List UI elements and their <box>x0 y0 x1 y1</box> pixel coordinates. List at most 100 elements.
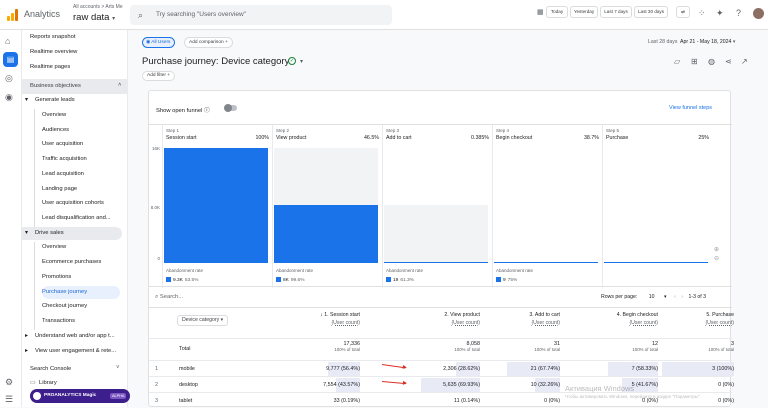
proanalytics-banner[interactable]: PROANALYTICS Magic ALPHA <box>30 389 130 403</box>
sparkle-icon[interactable]: ✦ <box>716 8 724 19</box>
sidebar-group-drive-sales[interactable]: ▾ Drive sales <box>22 227 122 240</box>
property-selector[interactable]: raw data ▾ <box>73 12 115 23</box>
apps-grid-icon[interactable]: ⁘ <box>698 8 706 19</box>
funnel-step[interactable]: Step 2 View product 46.5% Abandonment rate 8… <box>272 125 382 288</box>
search-placeholder: Try searching "Users overview" <box>156 11 246 18</box>
chevron-up-icon: ˄ <box>118 82 122 88</box>
funnel-bar[interactable] <box>494 262 598 263</box>
view-funnel-steps-link[interactable]: View funnel steps <box>669 105 712 111</box>
rows-per-page: Rows per page: 10 ▾ ‹ › 1-3 of 3 <box>601 294 706 300</box>
swap-icon[interactable]: ⇄ <box>676 6 690 18</box>
open-funnel-toggle[interactable] <box>224 104 237 112</box>
search-input[interactable]: ⌕ Try searching "Users overview" <box>130 5 392 25</box>
analytics-logo[interactable] <box>7 9 19 21</box>
dimension-selector[interactable]: Device category ▾ <box>177 315 229 326</box>
sidebar-item-purchase-journey[interactable]: Purchase journey <box>42 286 120 299</box>
sidebar-item-user-acquisition[interactable]: User acquisition <box>42 141 83 147</box>
table-search-input[interactable]: ⌕ Search... <box>155 294 183 301</box>
sidebar-item-library[interactable]: Library <box>39 380 57 386</box>
column-header[interactable]: 5. Purchase (User count) <box>634 312 734 326</box>
totals-label: Total <box>179 346 191 352</box>
zoom-out-icon[interactable]: ⊖ <box>714 255 719 262</box>
trend-icon[interactable]: ↗ <box>741 57 748 66</box>
sidebar-item-audiences[interactable]: Audiences <box>42 127 69 133</box>
sidebar-item-lead-acquisition[interactable]: Lead acquisition <box>42 171 84 177</box>
funnel-bar[interactable] <box>274 205 378 263</box>
avatar[interactable] <box>753 8 764 19</box>
reports-icon[interactable]: ▤ <box>3 52 18 67</box>
tree-line <box>34 242 35 330</box>
sidebar-item-realtime-pages[interactable]: Realtime pages <box>30 64 70 70</box>
table-row[interactable]: 2 desktop 7,554 (43.57%) 5,635 (69.93%) 10 (… <box>149 376 734 392</box>
customize-icon[interactable]: ⊞ <box>691 57 698 66</box>
sidebar-item-user-acquisition-cohorts[interactable]: User acquisition cohorts <box>42 200 104 206</box>
date-last7-button[interactable]: Last 7 days <box>600 6 632 18</box>
help-icon: ⓘ <box>204 108 210 114</box>
prev-page-icon[interactable]: ‹ <box>674 294 676 300</box>
funnel-step[interactable]: Step 1 Session start 100% Abandonment rate 9… <box>162 125 272 288</box>
section-business-objectives[interactable]: Business objectives ˄ <box>22 79 128 94</box>
sidebar-item-promotions[interactable]: Promotions <box>42 274 71 280</box>
date-today-button[interactable]: Today <box>546 6 568 18</box>
sidebar-item-traffic-acquisition[interactable]: Traffic acquisition <box>42 156 87 162</box>
sidebar-item-transactions[interactable]: Transactions <box>42 318 75 324</box>
funnel-bar[interactable] <box>604 262 708 263</box>
sidebar-item-ecommerce-purchases[interactable]: Ecommerce purchases <box>42 259 101 265</box>
row-index: 2 <box>155 382 158 388</box>
home-icon[interactable]: ⌂ <box>5 36 10 46</box>
sidebar-item-search-console[interactable]: Search Console <box>30 366 71 372</box>
column-title: ↓ 1. Session start <box>320 312 360 318</box>
sidebar-item-landing-page[interactable]: Landing page <box>42 186 77 192</box>
sidebar-group-understand-web[interactable]: ▸ Understand web and/or app t... <box>22 330 122 343</box>
funnel-bar[interactable] <box>384 262 488 263</box>
sidebar-item-sales-overview[interactable]: Overview <box>42 244 66 250</box>
sidebar-item-lead-disqualification[interactable]: Lead disqualification and... <box>42 215 111 221</box>
pagination-label: 1-3 of 3 <box>688 294 707 300</box>
sidebar-item-reports-snapshot[interactable]: Reports snapshot <box>30 34 75 40</box>
all-users-chip[interactable]: ◉ All Users <box>142 37 176 48</box>
sidebar-group-generate-leads[interactable]: ▾ Generate leads <box>22 94 122 107</box>
rows-per-page-select[interactable]: 10 <box>649 294 655 300</box>
account-breadcrumb[interactable]: All accounts > Arts Me <box>73 4 123 10</box>
funnel-bar[interactable] <box>164 148 268 263</box>
chevron-down-icon[interactable]: ▾ <box>300 58 303 65</box>
calendar-icon[interactable]: ▦ <box>537 8 544 16</box>
sidebar-item-realtime-overview[interactable]: Realtime overview <box>30 49 77 55</box>
chevron-down-icon[interactable]: ▾ <box>664 294 667 300</box>
admin-icon[interactable]: ⚙ <box>5 377 13 388</box>
column-header[interactable]: 3. Add to cart (User count) <box>460 312 560 326</box>
chevron-right-icon: ▸ <box>25 348 28 354</box>
zoom-in-icon[interactable]: ⊕ <box>714 246 719 253</box>
edit-report-icon[interactable]: ▱ <box>674 57 680 66</box>
date-yesterday-button[interactable]: Yesterday <box>570 6 598 18</box>
share-icon[interactable]: ⋖ <box>725 57 732 66</box>
step-percent: 0.385% <box>471 135 489 141</box>
explore-icon[interactable]: ◎ <box>5 73 13 84</box>
abandonment-count: 19 <box>393 278 399 283</box>
advertising-icon[interactable]: ◉ <box>5 92 13 103</box>
sidebar-group-label: View user engagement & rete... <box>35 348 117 354</box>
insights-icon[interactable]: ◍ <box>708 57 715 66</box>
main-content: ◉ All Users Add comparison + Last 28 day… <box>128 30 768 407</box>
row-dimension: mobile <box>179 366 195 372</box>
column-header[interactable]: ↓ 1. Session start (User count) <box>260 312 360 326</box>
date-range-selector[interactable]: Last 28 days Apr 21 - May 18, 2024 ▾ <box>648 39 735 45</box>
sidebar-group-view-engagement[interactable]: ▸ View user engagement & rete... <box>22 345 122 358</box>
add-filter-button[interactable]: Add filter + <box>142 71 176 81</box>
funnel-step[interactable]: Step 4 Begin checkout 38.7% Abandonment rat… <box>492 125 602 288</box>
funnel-step[interactable]: Step 3 Add to cart 0.385% Abandonment rate 1… <box>382 125 492 288</box>
step-percent: 38.7% <box>583 135 599 141</box>
help-icon[interactable]: ? <box>736 8 741 18</box>
sidebar-item-checkout-journey[interactable]: Checkout journey <box>42 303 87 309</box>
date-last30-button[interactable]: Last 30 days <box>634 6 668 18</box>
step-label: Add to cart <box>386 135 412 141</box>
funnel-step[interactable]: Step 5 Purchase 25% <box>602 125 712 288</box>
tree-line <box>34 109 35 227</box>
sidebar-item-overview[interactable]: Overview <box>42 112 66 118</box>
next-page-icon[interactable]: › <box>681 294 683 300</box>
add-comparison-button[interactable]: Add comparison + <box>184 37 233 48</box>
table-row[interactable]: 1 mobile 9,777 (56.4%) 2,306 (28.62%) 21 (67… <box>149 360 734 376</box>
abandonment-bar <box>274 148 378 205</box>
settings-icon[interactable]: ☰ <box>5 394 13 405</box>
abandonment-percent: 99.6% <box>290 278 305 283</box>
